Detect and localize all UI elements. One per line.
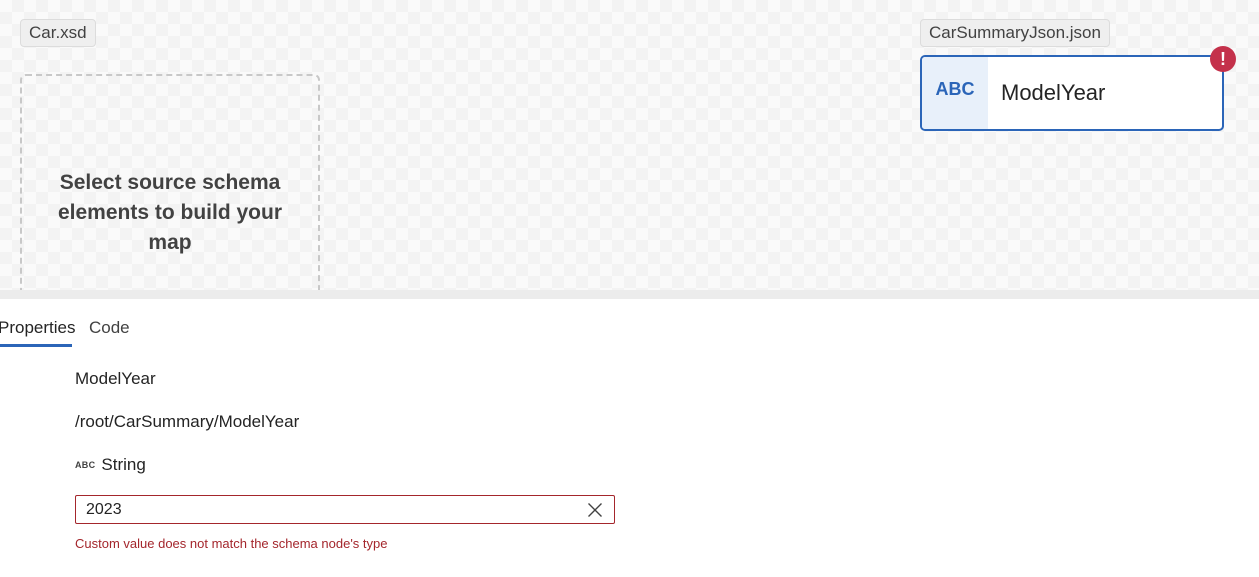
source-schema-placeholder[interactable]: Select source schema elements to build y… [20, 74, 320, 290]
target-node-name: ModelYear [1001, 80, 1106, 105]
node-name-value: ModelYear [75, 369, 156, 388]
node-path-value: /root/CarSummary/ModelYear [75, 412, 300, 431]
target-schema-node[interactable]: ABC ModelYear ! [920, 46, 1236, 131]
error-icon[interactable]: ! [1210, 46, 1236, 72]
string-type-icon: ABC [75, 460, 96, 470]
tab-properties[interactable]: Properties [0, 312, 75, 347]
custom-value-field [75, 495, 615, 524]
tab-code[interactable]: Code [89, 312, 130, 347]
string-type-icon: ABC [922, 57, 988, 129]
clear-value-button[interactable] [576, 496, 614, 523]
validation-error-message: Custom value does not match the schema n… [75, 536, 388, 551]
node-type-value: String [101, 455, 146, 474]
node-type-row: ABC String [75, 455, 146, 475]
target-schema-label: CarSummaryJson.json [920, 19, 1110, 47]
empty-source-message: Select source schema elements to build y… [57, 171, 283, 254]
panel-divider[interactable] [0, 290, 1259, 299]
dismiss-icon [588, 502, 602, 517]
source-schema-label: Car.xsd [20, 19, 96, 47]
map-canvas[interactable]: Car.xsd CarSummaryJson.json Select sourc… [0, 0, 1259, 290]
properties-tab-bar: Properties Code [0, 312, 130, 348]
custom-value-input[interactable] [76, 496, 576, 523]
